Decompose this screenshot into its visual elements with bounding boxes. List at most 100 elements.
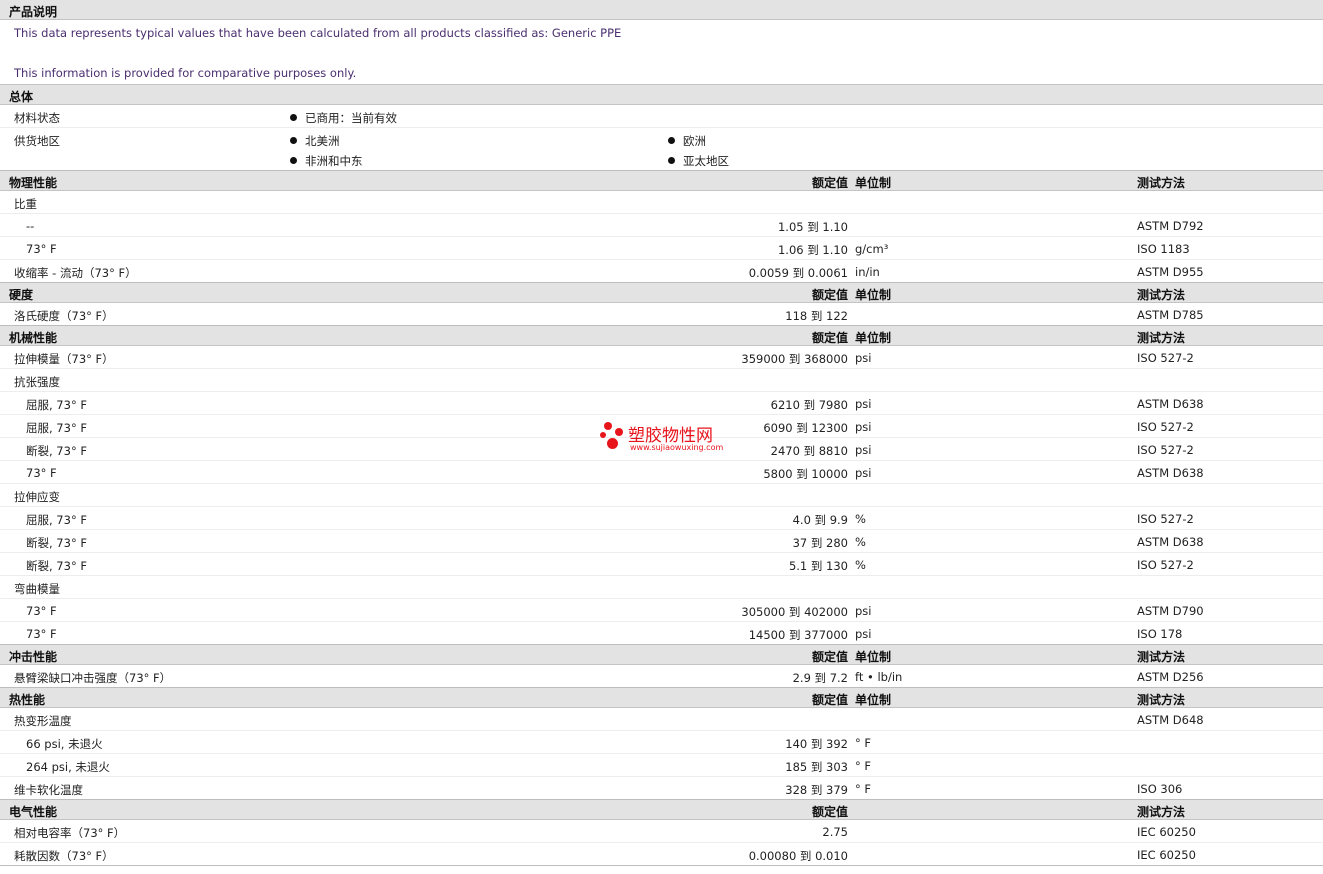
section-header-thermal: 热性能 额定值 单位制 测试方法 [0,688,1323,708]
header-unit: 单位制 [855,331,892,345]
property-row: 悬臂梁缺口冲击强度（73° F） 2.9 到 7.2 ft • lb/in ASTM … [0,665,1323,688]
property-method: ASTM D638 [1137,535,1204,549]
header-method: 测试方法 [1137,805,1186,819]
property-row: 屈服, 73° F 6210 到 7980 psi ASTM D638 [0,392,1323,415]
property-row: 相对电容率（73° F） 2.75 IEC 60250 [0,820,1323,843]
header-unit: 单位制 [855,650,892,664]
property-value: 37 到 280 [792,536,848,550]
property-label: 弯曲模量 [14,582,60,596]
property-row: 弯曲模量 [0,576,1323,599]
property-label: 断裂, 73° F [26,536,87,550]
property-label: 73° F [26,242,57,256]
property-value: 328 到 379 [785,783,848,797]
section-header-general: 总体 [0,85,1323,105]
property-method: ISO 527-2 [1137,351,1194,365]
property-method: IEC 60250 [1137,848,1196,862]
property-value: 5.1 到 130 [788,559,848,573]
property-row: 收缩率 - 流动（73° F） 0.0059 到 0.0061 in/in ASTM … [0,260,1323,283]
description-block: This data represents typical values that… [0,20,1323,85]
property-method: ASTM D790 [1137,604,1204,618]
property-unit: psi [855,420,872,434]
material-status-value: 已商用：当前有效 [290,110,397,126]
logo-dot [615,428,623,436]
header-method: 测试方法 [1137,331,1186,345]
property-method: ASTM D638 [1137,466,1204,480]
property-method: ISO 527-2 [1137,443,1194,457]
property-label: 拉伸应变 [14,490,60,504]
property-value: 1.06 到 1.10 [777,243,848,257]
property-value: 2470 到 8810 [770,444,848,458]
property-label: 断裂, 73° F [26,559,87,573]
header-value: 额定值 [811,176,848,190]
regions-row: 供货地区 北美洲 欧洲 非洲和中东 亚太地区 [0,128,1323,171]
section-header-impact: 冲击性能 额定值 单位制 测试方法 [0,645,1323,665]
property-unit: psi [855,466,872,480]
property-method: ASTM D955 [1137,265,1204,279]
section-header-electrical: 电气性能 额定值 测试方法 [0,800,1323,820]
property-unit: psi [855,604,872,618]
property-row: 屈服, 73° F 4.0 到 9.9% ISO 527-2 [0,507,1323,530]
property-unit: psi [855,443,872,457]
property-label: 比重 [14,197,37,211]
property-row: 断裂, 73° F 37 到 280% ASTM D638 [0,530,1323,553]
property-method: ASTM D256 [1137,670,1204,684]
property-row: 66 psi, 未退火 140 到 392 ° F [0,731,1323,754]
property-label: 73° F [26,466,57,480]
property-method: ASTM D785 [1137,308,1204,322]
property-label: 拉伸模量（73° F） [14,352,114,366]
property-method: ASTM D648 [1137,713,1204,727]
header-value: 额定值 [811,288,848,302]
property-unit: ° F [855,736,872,750]
section-title: 硬度 [9,288,34,302]
property-value: 5800 到 10000 [763,467,848,481]
property-unit: ° F [855,759,872,773]
impact-rows: 悬臂梁缺口冲击强度（73° F） 2.9 到 7.2 ft • lb/in ASTM … [0,665,1323,688]
bullet-icon [290,114,297,121]
watermark-logo: 塑胶物性网 www.sujiaowuxing.com [600,418,730,456]
property-label: 热变形温度 [14,714,72,728]
property-unit: ft • lb/in [855,670,903,684]
property-unit: psi [855,397,872,411]
property-label: 抗张强度 [14,375,60,389]
property-value: 2.75 [822,825,848,839]
section-title: 总体 [9,90,34,104]
property-unit: g/cm³ [855,242,889,256]
mechanical-rows: 拉伸模量（73° F） 359000 到 368000 psi ISO 527-2 抗张… [0,346,1323,645]
header-unit: 单位制 [855,176,892,190]
property-label: 73° F [26,604,57,618]
property-value: 4.0 到 9.9 [792,513,848,527]
property-method: IEC 60250 [1137,825,1196,839]
property-label: 264 psi, 未退火 [26,760,110,774]
property-row: 比重 [0,191,1323,214]
property-method: ASTM D638 [1137,397,1204,411]
material-status-label: 材料状态 [14,111,60,125]
section-title: 物理性能 [9,176,58,190]
section-header-physical: 物理性能 额定值 单位制 测试方法 [0,171,1323,191]
header-method: 测试方法 [1137,288,1186,302]
property-label: 耗散因数（73° F） [14,849,114,863]
header-value: 额定值 [811,693,848,707]
header-unit: 单位制 [855,288,892,302]
property-row: 洛氏硬度（73° F） 118 到 122 ASTM D785 [0,303,1323,326]
header-method: 测试方法 [1137,176,1186,190]
property-unit: in/in [855,265,880,279]
property-row: 拉伸模量（73° F） 359000 到 368000 psi ISO 527-2 [0,346,1323,369]
property-label: 屈服, 73° F [26,513,87,527]
header-value: 额定值 [811,331,848,345]
regions-label: 供货地区 [14,134,60,148]
property-unit: % [855,512,866,526]
section-title: 产品说明 [9,5,58,19]
section-header-description: 产品说明 [0,0,1323,20]
property-label: 洛氏硬度（73° F） [14,309,114,323]
property-unit: psi [855,627,872,641]
property-value: 0.00080 到 0.010 [748,849,848,863]
property-row: 断裂, 73° F 5.1 到 130% ISO 527-2 [0,553,1323,576]
property-row: 73° F 5800 到 10000 psi ASTM D638 [0,461,1323,484]
property-row: 73° F 1.06 到 1.10 g/cm³ ISO 1183 [0,237,1323,260]
property-row: 73° F 14500 到 377000 psi ISO 178 [0,622,1323,645]
property-unit: ° F [855,782,872,796]
electrical-rows: 相对电容率（73° F） 2.75 IEC 60250 耗散因数（73° F） 0.00… [0,820,1323,866]
property-method: ISO 178 [1137,627,1183,641]
bullet-icon [668,157,675,164]
property-value: 2.9 到 7.2 [792,671,848,685]
